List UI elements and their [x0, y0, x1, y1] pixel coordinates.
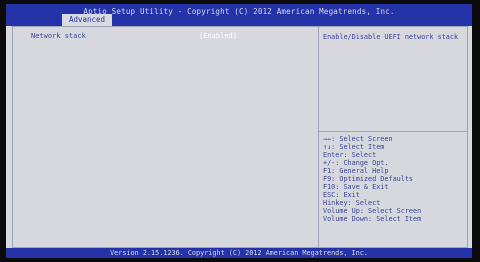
key-hint: ↑↓: Select Item — [323, 143, 385, 151]
version-footer: Version 2.15.1236. Copyright (C) 2012 Am… — [6, 248, 472, 258]
key-hint: F1: General Help — [323, 167, 389, 175]
key-hint: Hinkey: Select — [323, 199, 381, 207]
main-panel: Network stack [Enabled] Enable/Disable U… — [12, 26, 468, 248]
key-legend: →←: Select Screen ↑↓: Select Item Enter:… — [323, 135, 465, 223]
settings-pane: Network stack [Enabled] — [13, 27, 319, 247]
setting-label: Network stack — [31, 32, 86, 40]
key-hint: F10: Save & Exit — [323, 183, 389, 191]
help-divider — [319, 131, 467, 132]
setting-value[interactable]: [Enabled] — [199, 32, 237, 40]
key-hint: ESC: Exit — [323, 191, 360, 199]
key-hint: Volume Down: Select Item — [323, 215, 422, 223]
key-hint: F9: Optimized Defaults — [323, 175, 414, 183]
key-hint: Volume Up: Select Screen — [323, 207, 422, 215]
key-hint: +/-: Change Opt. — [323, 159, 389, 167]
key-hint: Enter: Select — [323, 151, 377, 159]
title-bar: Aptio Setup Utility - Copyright (C) 2012… — [6, 4, 472, 26]
key-hint: →←: Select Screen — [323, 135, 393, 143]
help-description: Enable/Disable UEFI network stack — [323, 33, 459, 41]
bios-screen: Aptio Setup Utility - Copyright (C) 2012… — [6, 4, 472, 258]
help-pane: Enable/Disable UEFI network stack →←: Se… — [319, 27, 467, 247]
tab-advanced[interactable]: Advanced — [62, 14, 112, 26]
